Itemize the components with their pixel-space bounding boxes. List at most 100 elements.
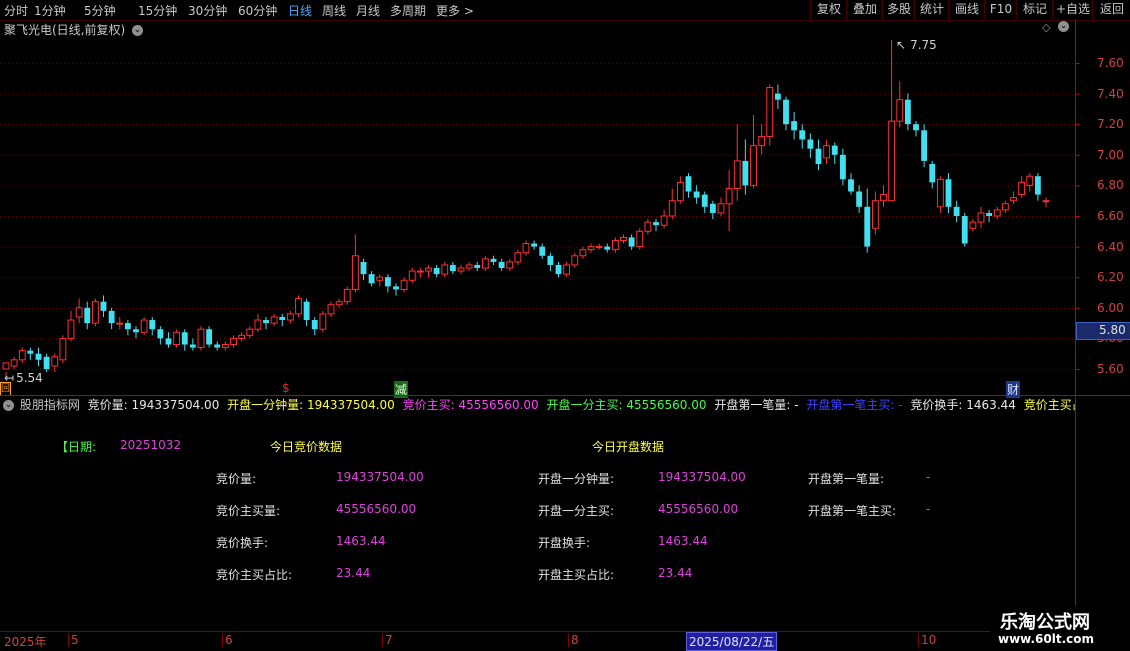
candle-up: [286, 313, 294, 321]
candle-up: [319, 313, 327, 330]
candle-up: [871, 200, 879, 229]
tab-multi-period[interactable]: 多周期: [390, 2, 426, 19]
header-open: 今日开盘数据: [592, 440, 665, 454]
candle-down: [1034, 176, 1041, 195]
date-tick-may: 5: [68, 633, 79, 647]
row1-value2: 194337504.00: [658, 470, 746, 484]
marker-left-box[interactable]: 回: [0, 382, 11, 396]
watermark-url: www.60lt.com: [998, 632, 1095, 646]
candle-up: [18, 350, 26, 361]
back-button[interactable]: 返回: [1092, 0, 1130, 19]
row2-label3: 开盘第一笔主买:: [808, 504, 897, 518]
candle-down: [27, 350, 34, 354]
candle-down: [774, 93, 781, 100]
ind-first-trade-main-buy: 开盘第一笔主买: -: [806, 398, 903, 412]
candle-up: [993, 209, 1001, 217]
candle-down: [165, 338, 172, 345]
tab-monthly[interactable]: 月线: [356, 2, 380, 19]
row1-value3: -: [926, 470, 931, 484]
tab-5min[interactable]: 5分钟: [84, 2, 116, 19]
current-price-box: 5.80: [1076, 322, 1130, 340]
tab-60min[interactable]: 60分钟: [238, 2, 277, 19]
add-favorite-button[interactable]: +自选: [1052, 0, 1093, 19]
candle-down: [84, 307, 91, 324]
candle-down: [157, 329, 164, 339]
candle-down: [555, 264, 562, 275]
candle-down: [189, 344, 196, 348]
date-tick-oct: 10: [918, 633, 936, 647]
candle-up: [644, 221, 652, 232]
candle-up: [587, 246, 595, 251]
tab-30min[interactable]: 30分钟: [188, 2, 227, 19]
candle-up: [896, 99, 904, 122]
cursor-date: 2025/08/22/五: [686, 632, 778, 651]
ind-open-1min-volume: 开盘一分钟量: 194337504.00: [227, 398, 395, 412]
candle-up: [620, 236, 627, 241]
candle-up: [400, 279, 408, 290]
candle-up: [514, 252, 522, 263]
candle-up: [750, 145, 757, 186]
candle-up: [376, 276, 384, 281]
candle-up: [91, 301, 99, 324]
candle-up: [969, 221, 977, 229]
y-tick-label: 6.80: [1097, 178, 1124, 193]
candle-down: [742, 160, 749, 186]
candle-up: [1001, 203, 1009, 211]
candle-up: [351, 255, 359, 290]
tab-1min[interactable]: 1分钟: [34, 2, 66, 19]
mark-button[interactable]: 标记: [1016, 0, 1053, 19]
tab-15min[interactable]: 15分钟: [138, 2, 177, 19]
candle-up: [51, 356, 59, 367]
indicator-name[interactable]: 股朋指标网: [20, 398, 80, 412]
tab-weekly[interactable]: 周线: [322, 2, 346, 19]
row3-label1: 竞价换手:: [216, 536, 269, 550]
candle-down: [945, 179, 952, 207]
candle-up: [563, 264, 571, 275]
candle-up: [481, 258, 489, 269]
f10-button[interactable]: F10: [984, 0, 1017, 19]
date-tick-year: 2025年: [4, 635, 47, 649]
candle-down: [490, 258, 497, 262]
candle-up: [1018, 181, 1026, 196]
candle-down: [531, 243, 538, 247]
candle-up: [611, 239, 619, 251]
row1-label3: 开盘第一笔量:: [808, 472, 885, 486]
tab-more[interactable]: 更多 >: [436, 2, 474, 19]
marker-dollar[interactable]: $: [282, 381, 290, 395]
candle-down: [961, 216, 968, 244]
candle-up: [676, 181, 684, 202]
candle-up: [425, 267, 432, 272]
candle-up: [246, 328, 254, 336]
candle-down: [206, 329, 213, 345]
candle-up: [977, 212, 985, 223]
candle-up: [270, 316, 278, 324]
candle-up: [10, 359, 18, 367]
date-tick-jul: 7: [382, 633, 393, 647]
restore-rights-button[interactable]: 复权: [810, 0, 847, 19]
statistics-button[interactable]: 统计: [914, 0, 949, 19]
row1-value1: 194337504.00: [336, 470, 424, 484]
candle-down: [864, 206, 871, 247]
row3-value1: 1463.44: [336, 534, 386, 548]
candlestick-chart[interactable]: [0, 20, 1130, 396]
candle-up: [2, 362, 10, 370]
tab-daily[interactable]: 日线: [288, 2, 312, 19]
date-axis[interactable]: 2025年 5 6 7 8 10 2025/08/22/五: [0, 631, 1075, 651]
multi-stock-button[interactable]: 多股: [882, 0, 915, 19]
row4-value2: 23.44: [658, 566, 693, 580]
candle-down: [921, 130, 928, 161]
tab-minute[interactable]: 分时: [4, 2, 28, 19]
indicator-settings-icon[interactable]: ⌄: [3, 400, 14, 411]
candle-up: [173, 331, 181, 346]
overlay-button[interactable]: 叠加: [846, 0, 883, 19]
candle-up: [327, 304, 335, 315]
row1-label1: 竞价量:: [216, 472, 257, 486]
draw-line-button[interactable]: 画线: [948, 0, 985, 19]
candle-up: [116, 322, 124, 325]
candles-group: [2, 40, 1050, 379]
candle-up: [59, 337, 67, 361]
candle-down: [807, 139, 814, 149]
candle-up: [571, 255, 579, 266]
candle-down: [848, 179, 854, 192]
row4-label2: 开盘主买占比:: [538, 568, 615, 582]
